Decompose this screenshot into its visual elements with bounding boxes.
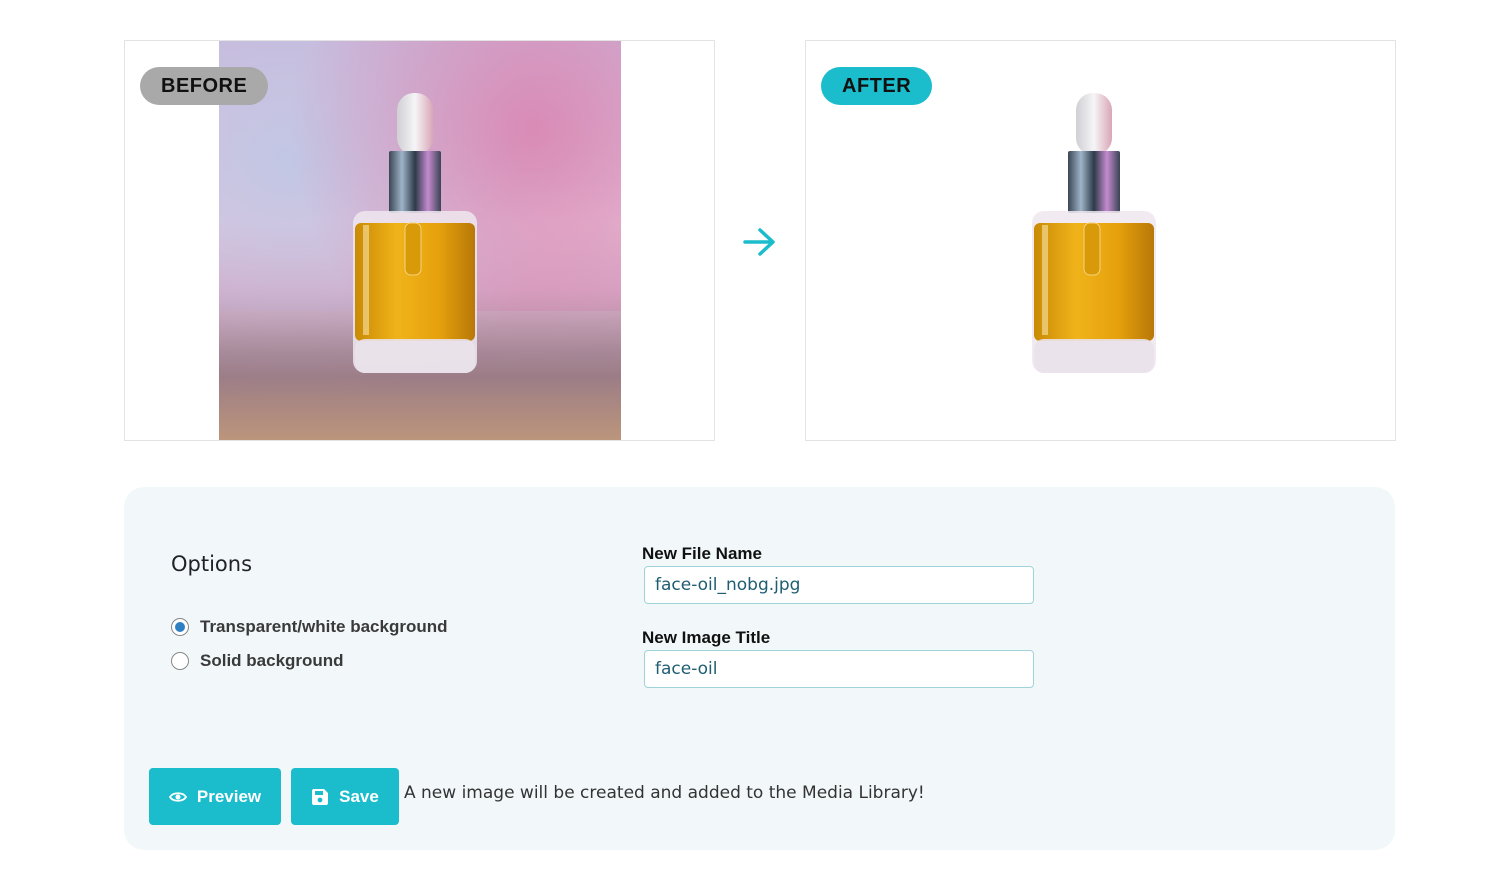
before-badge: BEFORE	[140, 67, 269, 105]
background-removed-image	[1031, 93, 1157, 374]
radio-label: Solid background	[200, 651, 344, 670]
options-title: Options	[171, 552, 253, 576]
radio-transparent-background[interactable]: Transparent/white background	[171, 616, 448, 638]
radio-label: Transparent/white background	[200, 617, 448, 636]
after-badge: AFTER	[821, 67, 933, 105]
eye-icon	[168, 791, 187, 803]
after-panel: AFTER	[805, 40, 1396, 441]
save-button[interactable]: Save	[291, 768, 399, 825]
original-image	[219, 41, 621, 440]
file-name-input[interactable]	[644, 566, 1034, 604]
options-card: Options Transparent/white background Sol…	[124, 487, 1395, 850]
radio-solid-background[interactable]: Solid background	[171, 650, 344, 672]
arrow-right-icon	[743, 228, 775, 256]
before-panel: BEFORE	[124, 40, 715, 441]
radio-button[interactable]	[171, 618, 189, 636]
preview-button[interactable]: Preview	[149, 768, 281, 825]
file-name-label: New File Name	[642, 544, 762, 563]
save-note: A new image will be created and added to…	[404, 783, 925, 803]
serum-bottle-image	[352, 93, 478, 374]
image-title-input[interactable]	[644, 650, 1034, 688]
floppy-disk-icon	[311, 788, 329, 806]
radio-button[interactable]	[171, 652, 189, 670]
image-title-label: New Image Title	[642, 628, 771, 647]
save-label: Save	[339, 786, 379, 806]
preview-label: Preview	[196, 786, 262, 806]
